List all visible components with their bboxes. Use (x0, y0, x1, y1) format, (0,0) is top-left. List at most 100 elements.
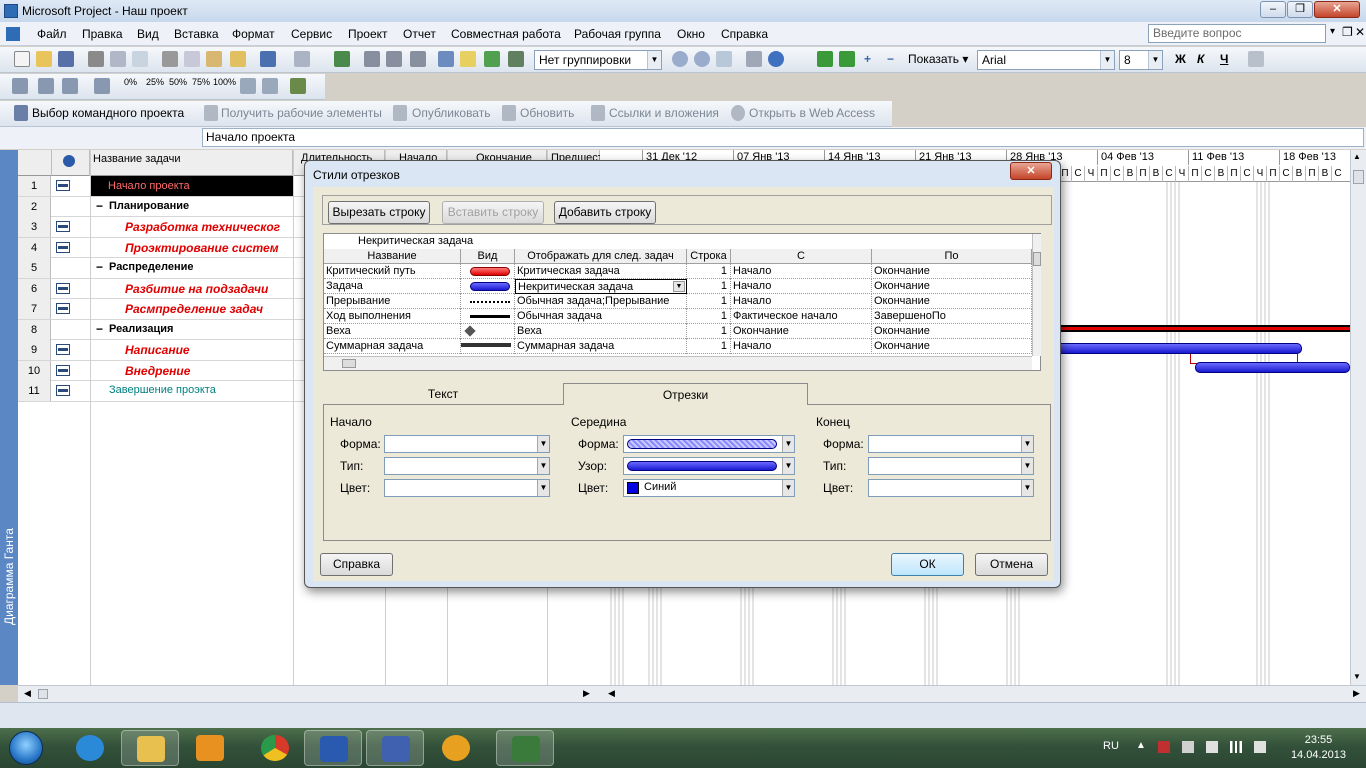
underline-button[interactable]: Ч (1220, 52, 1228, 66)
task-name[interactable]: Расмпределение задач (125, 302, 263, 316)
middle-shape-select[interactable]: ▼ (623, 435, 795, 453)
cell-show[interactable]: Веха (515, 324, 687, 339)
scroll-right-icon[interactable]: ▶ (1353, 688, 1360, 699)
cell-show[interactable]: Обычная задача (515, 309, 687, 324)
task-info-icon[interactable] (438, 51, 454, 67)
task-name[interactable]: Начало проекта (91, 176, 293, 196)
spelling-icon[interactable] (132, 51, 148, 67)
new-icon[interactable] (14, 51, 30, 67)
start-button[interactable] (2, 729, 50, 767)
scroll-thumb[interactable] (38, 689, 48, 699)
ok-button[interactable]: ОК (891, 553, 964, 576)
plus-icon[interactable]: + (864, 52, 871, 66)
taskbar-project[interactable] (496, 730, 554, 766)
dialog-close-button[interactable]: ✕ (1010, 162, 1052, 180)
scroll-up-icon[interactable]: ▲ (1353, 152, 1361, 161)
tray-icon[interactable] (1182, 741, 1194, 753)
cell-row[interactable]: 1 (687, 309, 731, 324)
print-preview-icon[interactable] (110, 51, 126, 67)
cell-from[interactable]: Начало (731, 264, 872, 279)
volume-icon[interactable] (1254, 741, 1266, 753)
taskbar-save[interactable] (366, 730, 424, 766)
end-color-select[interactable]: ▼ (868, 479, 1034, 497)
menu-help[interactable]: Справка (721, 27, 768, 41)
cell-row[interactable]: 1 (687, 324, 731, 339)
chevron-down-icon[interactable]: ▾ (1330, 26, 1335, 37)
zoom-in-icon[interactable] (672, 51, 688, 67)
taskbar-media[interactable] (181, 730, 239, 766)
row-number[interactable]: 5 (18, 258, 51, 278)
pct-75-button[interactable]: 75% (192, 77, 210, 87)
start-type-select[interactable]: ▼ (384, 457, 550, 475)
collapse-icon[interactable]: − (96, 322, 103, 336)
tray-arrow-icon[interactable]: ▲ (1136, 740, 1146, 751)
cell-name[interactable]: Веха (324, 324, 461, 339)
task-name[interactable]: Планирование (109, 200, 189, 212)
menu-insert[interactable]: Вставка (174, 27, 219, 41)
row-number[interactable]: 6 (18, 278, 51, 299)
bar-style-row[interactable]: Суммарная задача Суммарная задача 1 Начало О… (324, 339, 1032, 354)
bar-style-row[interactable]: Прерывание Обычная задача;Прерывание 1 Нача… (324, 294, 1032, 309)
help-button[interactable]: Справка (320, 553, 393, 576)
cell-from[interactable]: Окончание (731, 324, 872, 339)
tab-bars[interactable]: Отрезки (563, 383, 808, 405)
cell-name[interactable]: Критический путь (324, 264, 461, 279)
cell-to[interactable]: Окончание (872, 324, 1032, 339)
bar-style-row[interactable]: Критический путь Критическая задача 1 Начал… (324, 264, 1032, 279)
scroll-right-icon[interactable]: ▶ (583, 688, 590, 699)
scroll-thumb[interactable] (342, 359, 356, 368)
redo-icon[interactable] (294, 51, 310, 67)
row-number[interactable]: 7 (18, 299, 51, 319)
copy-picture-icon[interactable] (746, 51, 762, 67)
cell-appearance[interactable] (461, 294, 515, 309)
cell-name[interactable]: Задача (324, 279, 461, 294)
view-bar[interactable]: Диаграмма Ганта (0, 150, 18, 685)
refresh-button[interactable]: Обновить (520, 106, 574, 120)
cell-appearance[interactable] (461, 339, 515, 354)
minus-icon[interactable]: − (887, 52, 894, 66)
arrow-right-icon[interactable] (839, 51, 855, 67)
save-icon[interactable] (58, 51, 74, 67)
task-name[interactable]: Проэктирование систем (125, 241, 279, 255)
row-number[interactable]: 1 (18, 176, 51, 196)
bar-style-row[interactable]: Ход выполнения Обычная задача 1 Фактическое… (324, 309, 1032, 324)
chevron-down-icon[interactable]: ▼ (673, 281, 685, 292)
task-name[interactable]: Распределение (109, 261, 194, 273)
taskbar-ie[interactable] (61, 730, 119, 766)
grid-corner[interactable] (18, 150, 52, 176)
cell-appearance[interactable] (461, 324, 515, 339)
zoom-out-icon[interactable] (694, 51, 710, 67)
cell-row[interactable]: 1 (687, 294, 731, 309)
reschedule-icon[interactable] (240, 78, 256, 94)
undo-icon[interactable] (260, 51, 276, 67)
cell-show[interactable]: Некритическая задача ▼ (515, 279, 687, 294)
signal-icon[interactable] (1230, 741, 1242, 753)
ask-question-input[interactable]: Введите вопрос (1148, 24, 1326, 43)
row-number[interactable]: 4 (18, 237, 51, 258)
indent-icon[interactable] (38, 78, 54, 94)
font-select[interactable]: Arial ▼ (977, 50, 1115, 70)
clock[interactable]: 23:55 14.04.2013 (1291, 733, 1346, 763)
task-bar-writing[interactable] (1055, 343, 1302, 354)
doc-icon[interactable] (6, 27, 20, 41)
split-task-icon[interactable] (410, 51, 426, 67)
pct-25-button[interactable]: 25% (146, 77, 164, 87)
task-name[interactable]: Внедрение (125, 364, 190, 378)
tray-icon[interactable] (1206, 741, 1218, 753)
cell-row[interactable]: 1 (687, 339, 731, 354)
format-painter-icon[interactable] (230, 51, 246, 67)
tab-text[interactable]: Текст (323, 383, 563, 405)
cell-appearance[interactable] (461, 264, 515, 279)
close-icon[interactable]: ✕ (1355, 25, 1365, 39)
entry-field[interactable]: Начало проекта (202, 128, 1364, 147)
print-icon[interactable] (88, 51, 104, 67)
update-icon[interactable] (94, 78, 110, 94)
task-bar-deploy[interactable] (1195, 362, 1350, 373)
taskbar-chrome[interactable] (246, 730, 304, 766)
end-shape-select[interactable]: ▼ (868, 435, 1034, 453)
menu-report[interactable]: Отчет (403, 27, 436, 41)
close-button[interactable]: ✕ (1314, 1, 1360, 18)
scroll-left-icon[interactable]: ◀ (24, 688, 31, 699)
bold-button[interactable]: Ж (1175, 52, 1186, 66)
editing-value[interactable]: Некритическая задача (358, 235, 473, 247)
